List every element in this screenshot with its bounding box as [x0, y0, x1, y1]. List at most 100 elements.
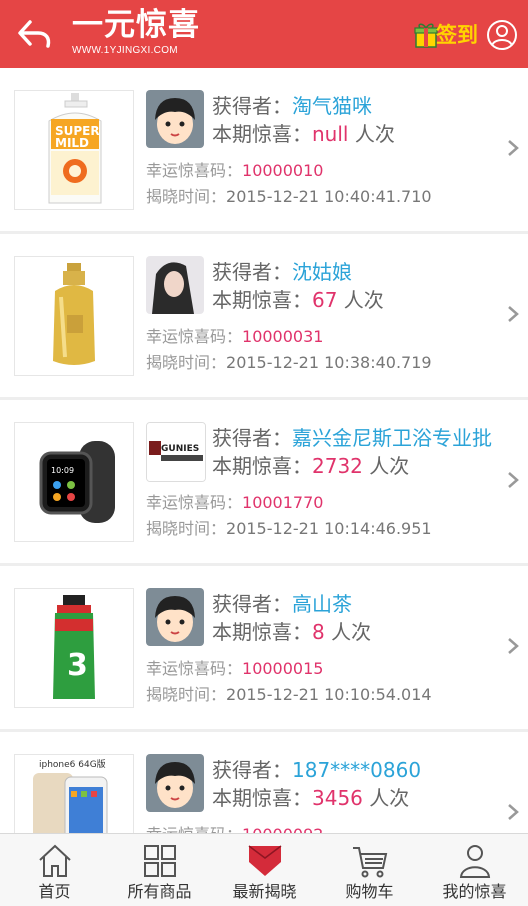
- winner-row: 获得者：沈姑娘: [212, 258, 352, 286]
- code-row: 幸运惊喜码：10001770: [146, 492, 323, 514]
- gift-icon: [414, 23, 438, 48]
- count-value: null: [312, 122, 349, 146]
- grid-icon: [144, 845, 176, 877]
- winner-avatar: [146, 90, 204, 148]
- tab-label: 我的惊喜: [442, 882, 507, 901]
- time-row: 揭晓时间：2015-12-21 10:14:46.951: [146, 518, 432, 540]
- tab-label: 所有商品: [127, 882, 192, 901]
- brand-logo[interactable]: 一元惊喜 WWW.1YJINGXI.COM: [72, 6, 202, 64]
- person-icon: [459, 845, 491, 878]
- avatar-brand-text: GUNIES: [161, 444, 199, 454]
- tab-home[interactable]: 首页: [2, 834, 107, 906]
- chevron-right-icon: [508, 638, 519, 654]
- count-unit: 人次: [362, 786, 410, 810]
- chevron-right-icon: [508, 140, 519, 156]
- tab-my-surprises[interactable]: 我的惊喜: [422, 834, 527, 906]
- product-image: 3: [14, 588, 134, 708]
- count-label: 本期惊喜：: [212, 620, 312, 644]
- count-label: 本期惊喜：: [212, 288, 312, 312]
- code-label: 幸运惊喜码：: [146, 659, 243, 678]
- count-label: 本期惊喜：: [212, 122, 312, 146]
- signin-label: 签到: [436, 23, 478, 47]
- tab-latest-reveals[interactable]: 最新揭晓: [212, 834, 317, 906]
- list-item[interactable]: 获得者：沈姑娘 本期惊喜：67 人次 幸运惊喜码：10000031 揭晓时间：2…: [0, 234, 528, 397]
- time-value: 2015-12-21 10:14:46.951: [226, 519, 432, 538]
- tab-label: 首页: [38, 882, 71, 901]
- count-row: 本期惊喜：null 人次: [212, 120, 395, 148]
- list-item[interactable]: iphone6 64G版 获得者：187****0860 本期惊喜：3456 人…: [0, 732, 528, 833]
- winner-avatar: [146, 754, 204, 812]
- user-circle-icon[interactable]: [486, 19, 518, 51]
- back-arrow-icon: [18, 20, 51, 48]
- winner-name[interactable]: 沈姑娘: [292, 260, 352, 284]
- code-value: 10000092: [242, 825, 323, 833]
- time-label: 揭晓时间：: [146, 519, 227, 538]
- winner-avatar: [146, 588, 204, 646]
- winner-row: 获得者：高山茶: [212, 590, 352, 618]
- count-row: 本期惊喜：8 人次: [212, 618, 371, 646]
- winner-label: 获得者：: [212, 758, 292, 782]
- code-label: 幸运惊喜码：: [146, 161, 243, 180]
- time-label: 揭晓时间：: [146, 685, 227, 704]
- chevron-right-icon: [508, 306, 519, 322]
- code-value: 10000015: [242, 659, 324, 678]
- winner-avatar: GUNIES: [146, 422, 206, 482]
- count-value: 2732: [312, 454, 363, 478]
- code-row: 幸运惊喜码：10000031: [146, 326, 323, 348]
- svg-text:10:09: 10:09: [51, 466, 74, 475]
- count-unit: 人次: [324, 620, 372, 644]
- ribbon-icon: [248, 845, 282, 876]
- time-label: 揭晓时间：: [146, 187, 227, 206]
- back-button[interactable]: [16, 16, 56, 52]
- winner-label: 获得者：: [212, 426, 292, 450]
- tab-cart[interactable]: 购物车: [317, 834, 422, 906]
- count-label: 本期惊喜：: [212, 786, 312, 810]
- cart-icon: [353, 847, 388, 878]
- count-value: 67: [312, 288, 338, 312]
- product-caption: iphone6 64G版: [39, 758, 106, 770]
- winner-name[interactable]: 187****0860: [292, 758, 421, 782]
- product-image: [14, 256, 134, 376]
- code-label: 幸运惊喜码：: [146, 493, 243, 512]
- winner-list[interactable]: SUPER MILD 获得者：淘气猫咪 本期惊喜：null 人次 幸运惊喜码：1…: [0, 68, 528, 833]
- winner-name[interactable]: 嘉兴金尼斯卫浴专业批: [292, 426, 492, 450]
- list-item[interactable]: 3 获得者：高山茶 本期惊喜：8 人次 幸运惊喜码：10000015 揭晓时间：…: [0, 566, 528, 729]
- product-image: SUPER MILD: [14, 90, 134, 210]
- winner-label: 获得者：: [212, 592, 292, 616]
- tab-label: 最新揭晓: [232, 882, 297, 901]
- code-value: 10001770: [242, 493, 324, 512]
- list-item[interactable]: SUPER MILD 获得者：淘气猫咪 本期惊喜：null 人次 幸运惊喜码：1…: [0, 68, 528, 231]
- time-value: 2015-12-21 10:40:41.710: [226, 187, 432, 206]
- winner-name[interactable]: 高山茶: [292, 592, 352, 616]
- home-icon: [39, 844, 71, 877]
- svg-text:MILD: MILD: [55, 136, 89, 150]
- code-label: 幸运惊喜码：: [146, 327, 243, 346]
- code-row: 幸运惊喜码：10000092: [146, 824, 323, 833]
- count-row: 本期惊喜：2732 人次: [212, 452, 409, 480]
- time-row: 揭晓时间：2015-12-21 10:38:40.719: [146, 352, 432, 374]
- signin-button[interactable]: 签到: [414, 20, 480, 52]
- time-row: 揭晓时间：2015-12-21 10:10:54.014: [146, 684, 432, 706]
- winner-row: 获得者：淘气猫咪: [212, 92, 372, 120]
- time-row: 揭晓时间：2015-12-21 10:40:41.710: [146, 186, 432, 208]
- time-value: 2015-12-21 10:38:40.719: [226, 353, 432, 372]
- bottom-tab-bar: 首页 所有商品 最新揭晓 购物车 我的惊喜: [0, 833, 528, 906]
- winner-row: 获得者：187****0860: [212, 756, 421, 784]
- product-image: 10:09: [14, 422, 134, 542]
- logo-url: WWW.1YJINGXI.COM: [72, 45, 178, 56]
- logo-title: 一元惊喜: [72, 7, 200, 43]
- count-unit: 人次: [337, 288, 384, 312]
- chevron-right-icon: [508, 804, 519, 820]
- winner-name[interactable]: 淘气猫咪: [292, 94, 372, 118]
- list-item[interactable]: 10:09 GUNIES 获得者：嘉兴金尼斯卫浴专业批 本期惊喜：2732 人次…: [0, 400, 528, 563]
- code-row: 幸运惊喜码：10000010: [146, 160, 323, 182]
- tab-all-products[interactable]: 所有商品: [107, 834, 212, 906]
- count-unit: 人次: [348, 122, 395, 146]
- winner-label: 获得者：: [212, 260, 292, 284]
- winner-label: 获得者：: [212, 94, 292, 118]
- app-header: 一元惊喜 WWW.1YJINGXI.COM 签到: [0, 0, 528, 68]
- tab-label: 购物车: [345, 882, 394, 901]
- winner-avatar: [146, 256, 204, 314]
- count-value: 3456: [312, 786, 363, 810]
- chevron-right-icon: [508, 472, 519, 488]
